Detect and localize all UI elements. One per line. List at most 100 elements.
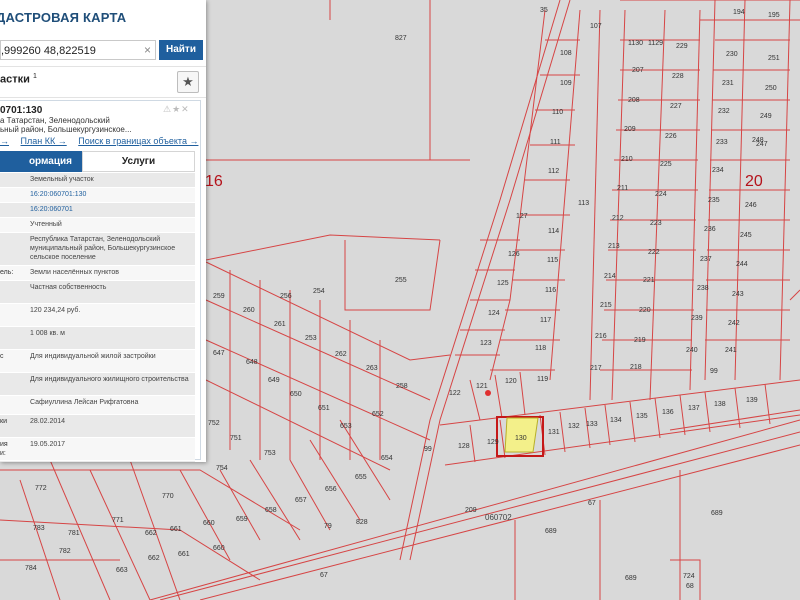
parcel-label: 116 (545, 287, 556, 294)
attribute-row: Сафиуллина Лейсан Рифгатовна (0, 396, 195, 415)
parcel-label: 119 (537, 376, 548, 383)
parcel-label: 223 (650, 220, 662, 227)
parcel-label: 67 (588, 500, 596, 507)
parcel-label: 689 (711, 510, 723, 517)
attribute-row: ия и: 19.05.2017 (0, 438, 195, 461)
parcel-label: 753 (264, 450, 276, 457)
parcel-label: 218 (630, 364, 642, 371)
attribute-value: 28.02.2014 (30, 418, 66, 425)
parcel-label: 240 (686, 347, 698, 354)
parcel-label: 109 (560, 80, 572, 87)
attribute-row: 16:20:060701 (0, 203, 195, 218)
parcel-label: 248 (752, 137, 764, 144)
parcel-label: 114 (548, 228, 559, 235)
parcel-label: 261 (274, 321, 286, 328)
parcel-label: 254 (313, 288, 325, 295)
attribute-key: ия и: (0, 441, 8, 457)
parcel-label: 110 (552, 109, 563, 116)
parcel-label: 121 (476, 383, 488, 390)
parcel-label: 137 (688, 405, 700, 412)
attribute-row: ель: Земли населённых пунктов (0, 266, 195, 281)
parcel-label: 133 (586, 421, 598, 428)
address-line-1: а Татарстан, Зеленодольский (0, 116, 110, 125)
parcel-label: 246 (745, 202, 757, 209)
parcel-number: 0701:130 (0, 105, 43, 116)
attribute-row: Частная собственность (0, 281, 195, 304)
parcel-label: 107 (590, 23, 602, 30)
parcel-label: 260 (243, 307, 255, 314)
quarter-label-20: 20 (745, 173, 763, 190)
parcel-label: 262 (335, 351, 347, 358)
link-arrow[interactable]: → (0, 136, 9, 146)
search-box[interactable]: × (0, 40, 156, 60)
attribute-row: н:19.05.2017 (0, 461, 195, 462)
parcel-label: 661 (178, 551, 190, 558)
card-links: → План КК → Поиск в границах объекта → (0, 136, 206, 146)
attribute-row: Земельный участок (0, 173, 195, 188)
tab-services[interactable]: Услуги (82, 151, 195, 172)
parcel-label: 241 (725, 347, 737, 354)
parcel-label: 221 (643, 277, 655, 284)
parcel-label: 655 (355, 474, 367, 481)
parcel-label: 132 (568, 423, 580, 430)
parcel-label: 244 (736, 261, 748, 268)
parcel-label: 648 (246, 359, 258, 366)
attribute-row: 1 008 кв. м (0, 327, 195, 350)
attribute-value[interactable]: 16:20:060701 (30, 205, 193, 214)
parcel-label: 131 (548, 429, 560, 436)
parcel-label: 689 (625, 575, 637, 582)
parcel-label: 108 (560, 50, 572, 57)
parcel-label: 220 (639, 307, 651, 314)
info-panel: ДАСТРОВАЯ КАРТА × Найти астки 1 ★ 0701:1… (0, 0, 206, 462)
attribute-value[interactable]: 16:20:060701:130 (30, 190, 193, 199)
parcel-label: 123 (480, 340, 492, 347)
parcel-label: 226 (665, 133, 677, 140)
parcel-label: 67 (320, 572, 328, 579)
parcel-label: 752 (208, 420, 220, 427)
attribute-value: 120 234,24 руб. (30, 307, 81, 314)
quarter-label-16: 16 (205, 173, 223, 190)
attribute-value: Частная собственность (30, 284, 107, 291)
clear-icon[interactable]: × (144, 43, 151, 57)
parcel-label: 139 (746, 397, 758, 404)
parcel-label: 209 (624, 126, 636, 133)
parcel-label: 782 (59, 548, 71, 555)
attribute-value: Земли населённых пунктов (30, 269, 120, 276)
parcel-label: 232 (718, 108, 730, 115)
parcel-label: 99 (710, 368, 718, 375)
parcel-label: 651 (318, 405, 330, 412)
parcel-label: 212 (612, 215, 624, 222)
parcel-label: 662 (148, 555, 160, 562)
parcel-label: 233 (716, 139, 728, 146)
link-search-in-bounds[interactable]: Поиск в границах объекта → (78, 136, 198, 146)
parcel-label: 253 (305, 335, 317, 342)
favorite-star-button[interactable]: ★ (177, 71, 199, 93)
attribute-row: Республика Татарстан, Зеленодольский мун… (0, 233, 195, 266)
parcel-label: 210 (621, 156, 633, 163)
parcel-label: 122 (449, 390, 461, 397)
parcel-label: 827 (395, 35, 407, 42)
parcel-label: 259 (213, 293, 225, 300)
parcel-label: 754 (216, 465, 228, 472)
attribute-row: с Для индивидуальной жилой застройки (0, 350, 195, 373)
parcel-label: 657 (295, 497, 307, 504)
parcel-label: 227 (670, 103, 682, 110)
section-count: 1 (32, 73, 37, 80)
parcel-label: 1130 (628, 40, 643, 47)
parcel-label: 128 (458, 443, 470, 450)
find-button[interactable]: Найти (159, 40, 203, 60)
parcel-label: 115 (547, 257, 558, 264)
parcel-label: 242 (728, 320, 740, 327)
parcel-label: 68 (686, 583, 694, 590)
parcel-label: 659 (236, 516, 248, 523)
tab-information[interactable]: ормация (0, 151, 82, 172)
parcel-label: 783 (33, 525, 45, 532)
attribute-value: Республика Татарстан, Зеленодольский мун… (30, 236, 176, 261)
parcel-label: 213 (608, 243, 620, 250)
parcel-label: 117 (540, 317, 551, 324)
link-plan-kk[interactable]: План КК → (21, 136, 67, 146)
parcel-label: 125 (497, 280, 509, 287)
parcel-label: 208 (628, 97, 640, 104)
card-actions-icons[interactable]: ⚠★✕ (163, 104, 190, 115)
search-input[interactable] (1, 42, 139, 60)
